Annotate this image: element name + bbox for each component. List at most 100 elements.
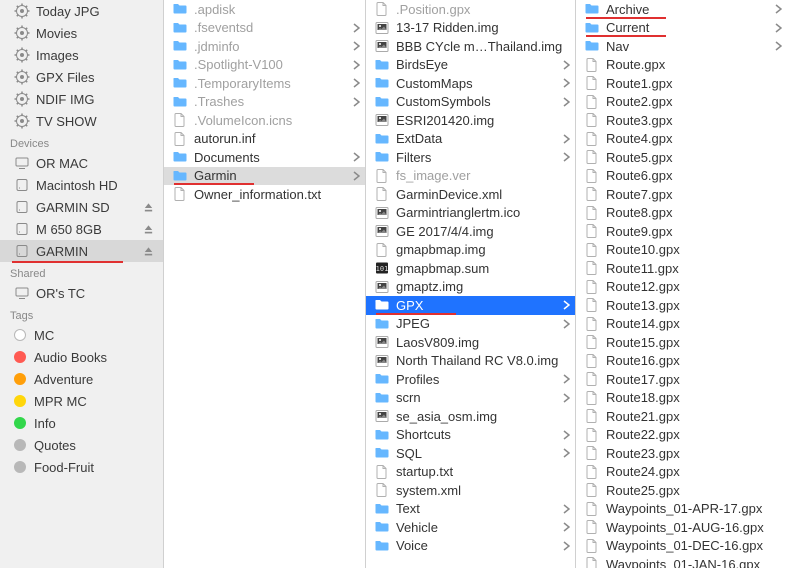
file-item[interactable]: Route11.gpx	[576, 259, 787, 278]
file-item[interactable]: BBB CYcle m…Thailand.img	[366, 37, 575, 56]
file-item[interactable]: Route6.gpx	[576, 167, 787, 186]
sidebar-device-item[interactable]: GARMIN	[0, 240, 163, 262]
file-item[interactable]: Waypoints_01-APR-17.gpx	[576, 500, 787, 519]
file-item[interactable]: .VolumeIcon.icns	[164, 111, 365, 130]
sidebar-device-item[interactable]: Macintosh HD	[0, 174, 163, 196]
sidebar-tag-item[interactable]: Adventure	[0, 368, 163, 390]
folder-item[interactable]: .Spotlight-V100	[164, 56, 365, 75]
file-item[interactable]: Waypoints_01-JAN-16.gpx	[576, 555, 787, 568]
file-item[interactable]: 13-17 Ridden.img	[366, 19, 575, 38]
file-item[interactable]: GarminDevice.xml	[366, 185, 575, 204]
folder-item[interactable]: BirdsEye	[366, 56, 575, 75]
folder-item[interactable]: Text	[366, 500, 575, 519]
file-item[interactable]: Waypoints_01-AUG-16.gpx	[576, 518, 787, 537]
file-item[interactable]: Route18.gpx	[576, 389, 787, 408]
file-item[interactable]: gmaptz.img	[366, 278, 575, 297]
file-item[interactable]: Route7.gpx	[576, 185, 787, 204]
folder-item[interactable]: Vehicle	[366, 518, 575, 537]
folder-item[interactable]: .apdisk	[164, 0, 365, 19]
item-label: Garmin	[194, 168, 351, 183]
sidebar-favorite-item[interactable]: Images	[0, 44, 163, 66]
chevron-right-icon	[561, 78, 571, 88]
file-item[interactable]: North Thailand RC V8.0.img	[366, 352, 575, 371]
file-item[interactable]: Route3.gpx	[576, 111, 787, 130]
file-item[interactable]: Waypoints_01-DEC-16.gpx	[576, 537, 787, 556]
folder-item[interactable]: .fseventsd	[164, 19, 365, 38]
file-item[interactable]: Route24.gpx	[576, 463, 787, 482]
file-item[interactable]: Route14.gpx	[576, 315, 787, 334]
sidebar-item-label: M 650 8GB	[36, 222, 141, 237]
eject-icon[interactable]	[141, 224, 155, 235]
folder-item[interactable]: scrn	[366, 389, 575, 408]
file-item[interactable]: .Position.gpx	[366, 0, 575, 19]
file-item[interactable]: Route9.gpx	[576, 222, 787, 241]
folder-item[interactable]: GPX	[366, 296, 575, 315]
folder-item[interactable]: Documents	[164, 148, 365, 167]
sidebar-device-item[interactable]: OR MAC	[0, 152, 163, 174]
file-item[interactable]: Route16.gpx	[576, 352, 787, 371]
eject-icon[interactable]	[141, 202, 155, 213]
folder-item[interactable]: CustomMaps	[366, 74, 575, 93]
sidebar-shared-item[interactable]: OR's TC	[0, 282, 163, 304]
file-item[interactable]: Garmintrianglertm.ico	[366, 204, 575, 223]
sidebar-tag-item[interactable]: Info	[0, 412, 163, 434]
folder-item[interactable]: Nav	[576, 37, 787, 56]
folder-item[interactable]: Archive	[576, 0, 787, 19]
file-item[interactable]: Route17.gpx	[576, 370, 787, 389]
file-item[interactable]: Route13.gpx	[576, 296, 787, 315]
sidebar-tag-item[interactable]: Audio Books	[0, 346, 163, 368]
sidebar-favorite-item[interactable]: Today JPG	[0, 0, 163, 22]
file-item[interactable]: Route2.gpx	[576, 93, 787, 112]
sidebar-favorite-item[interactable]: Movies	[0, 22, 163, 44]
file-item[interactable]: Route1.gpx	[576, 74, 787, 93]
sidebar-tag-item[interactable]: MC	[0, 324, 163, 346]
folder-item[interactable]: ExtData	[366, 130, 575, 149]
sidebar-tag-item[interactable]: Food-Fruit	[0, 456, 163, 478]
folder-item[interactable]: Filters	[366, 148, 575, 167]
file-item[interactable]: system.xml	[366, 481, 575, 500]
file-item[interactable]: Route4.gpx	[576, 130, 787, 149]
file-item[interactable]: autorun.inf	[164, 130, 365, 149]
eject-icon[interactable]	[141, 246, 155, 257]
folder-item[interactable]: CustomSymbols	[366, 93, 575, 112]
file-item[interactable]: fs_image.ver	[366, 167, 575, 186]
folder-item[interactable]: .jdminfo	[164, 37, 365, 56]
folder-item[interactable]: SQL	[366, 444, 575, 463]
file-item[interactable]: ESRI201420.img	[366, 111, 575, 130]
folder-item[interactable]: JPEG	[366, 315, 575, 334]
folder-item[interactable]: .TemporaryItems	[164, 74, 365, 93]
sidebar-favorite-item[interactable]: GPX Files	[0, 66, 163, 88]
sidebar-device-item[interactable]: GARMIN SD	[0, 196, 163, 218]
file-item[interactable]: Route10.gpx	[576, 241, 787, 260]
folder-item[interactable]: .Trashes	[164, 93, 365, 112]
file-item[interactable]: Route12.gpx	[576, 278, 787, 297]
file-item[interactable]: Route22.gpx	[576, 426, 787, 445]
file-item[interactable]: Route5.gpx	[576, 148, 787, 167]
folder-item[interactable]: Shortcuts	[366, 426, 575, 445]
file-item[interactable]: Route25.gpx	[576, 481, 787, 500]
file-item[interactable]: Owner_information.txt	[164, 185, 365, 204]
folder-item[interactable]: Profiles	[366, 370, 575, 389]
folder-item[interactable]: Voice	[366, 537, 575, 556]
file-item[interactable]: LaosV809.img	[366, 333, 575, 352]
file-item[interactable]: 101gmapbmap.sum	[366, 259, 575, 278]
file-item[interactable]: se_asia_osm.img	[366, 407, 575, 426]
file-item[interactable]: Route.gpx	[576, 56, 787, 75]
file-item[interactable]: gmapbmap.img	[366, 241, 575, 260]
file-item[interactable]: Route21.gpx	[576, 407, 787, 426]
folder-item[interactable]: Current	[576, 19, 787, 38]
sidebar-favorite-item[interactable]: NDIF IMG	[0, 88, 163, 110]
file-item[interactable]: Route8.gpx	[576, 204, 787, 223]
sidebar-device-item[interactable]: M 650 8GB	[0, 218, 163, 240]
file-item[interactable]: Route15.gpx	[576, 333, 787, 352]
chevron-right-icon	[561, 134, 571, 144]
folder-icon	[374, 316, 390, 332]
file-item[interactable]: startup.txt	[366, 463, 575, 482]
sidebar-tag-item[interactable]: Quotes	[0, 434, 163, 456]
sidebar-favorite-item[interactable]: TV SHOW	[0, 110, 163, 132]
sidebar-tag-item[interactable]: MPR MC	[0, 390, 163, 412]
folder-item[interactable]: Garmin	[164, 167, 365, 186]
smartfolder-icon	[14, 113, 30, 129]
file-item[interactable]: GE 2017/4/4.img	[366, 222, 575, 241]
file-item[interactable]: Route23.gpx	[576, 444, 787, 463]
